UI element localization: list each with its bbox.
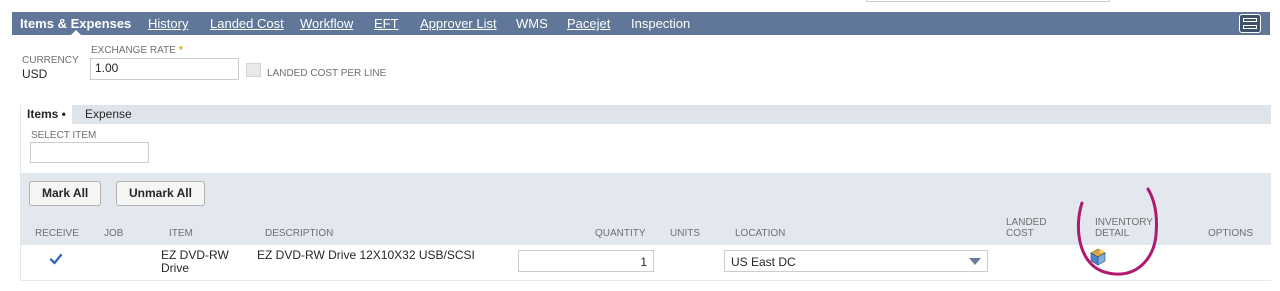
top-search-field-edge	[866, 0, 1110, 2]
col-quantity[interactable]: QUANTITY	[595, 228, 646, 239]
quantity-input[interactable]: 1	[518, 250, 654, 272]
location-select[interactable]: US East DC	[724, 250, 988, 272]
checkmark-icon[interactable]	[49, 252, 63, 266]
location-value: US East DC	[731, 255, 796, 269]
col-landed-cost[interactable]: LANDED COST	[1006, 217, 1047, 239]
tab-pacejet[interactable]: Pacejet	[567, 12, 610, 35]
tab-workflow[interactable]: Workflow	[300, 12, 353, 35]
landed-cost-per-line-checkbox	[246, 63, 261, 77]
annotation-circle	[1076, 187, 1158, 276]
col-job[interactable]: JOB	[104, 228, 123, 239]
required-marker: *	[178, 45, 183, 56]
tab-eft[interactable]: EFT	[374, 12, 399, 35]
sublist-tabs: Items • Expense	[21, 105, 1271, 124]
unmark-all-button[interactable]: Unmark All	[116, 181, 205, 206]
col-item[interactable]: ITEM	[169, 228, 193, 239]
currency-value: USD	[22, 67, 48, 81]
tab-approver-list[interactable]: Approver List	[420, 12, 497, 35]
record-tab-bar: Items & Expenses History Landed Cost Wor…	[12, 12, 1270, 35]
layout-toggle-icon[interactable]	[1239, 14, 1261, 33]
col-options[interactable]: OPTIONS	[1208, 228, 1253, 239]
tab-history[interactable]: History	[148, 12, 188, 35]
subtab-items[interactable]: Items •	[21, 105, 72, 124]
exchange-rate-label: EXCHANGE RATE *	[91, 45, 183, 56]
col-units[interactable]: UNITS	[670, 228, 700, 239]
mark-all-button[interactable]: Mark All	[29, 181, 102, 206]
chevron-down-icon[interactable]	[969, 258, 981, 265]
tab-items-expenses[interactable]: Items & Expenses	[20, 12, 131, 35]
col-receive[interactable]: RECEIVE	[35, 228, 79, 239]
tab-landed-cost[interactable]: Landed Cost	[210, 12, 284, 35]
tab-inspection[interactable]: Inspection	[631, 12, 690, 35]
description-cell: EZ DVD-RW Drive 12X10X32 USB/SCSI	[257, 248, 475, 262]
landed-cost-per-line-label: LANDED COST PER LINE	[267, 68, 387, 79]
currency-label: CURRENCY	[22, 55, 79, 66]
item-cell[interactable]: EZ DVD-RW Drive	[161, 249, 229, 275]
tab-wms[interactable]: WMS	[516, 12, 548, 35]
col-description[interactable]: DESCRIPTION	[265, 228, 333, 239]
select-item-label: SELECT ITEM	[31, 130, 97, 141]
col-location[interactable]: LOCATION	[735, 228, 785, 239]
select-item-input[interactable]	[30, 142, 149, 163]
subtab-expense[interactable]: Expense	[79, 105, 138, 124]
exchange-rate-input[interactable]: 1.00	[90, 58, 239, 80]
